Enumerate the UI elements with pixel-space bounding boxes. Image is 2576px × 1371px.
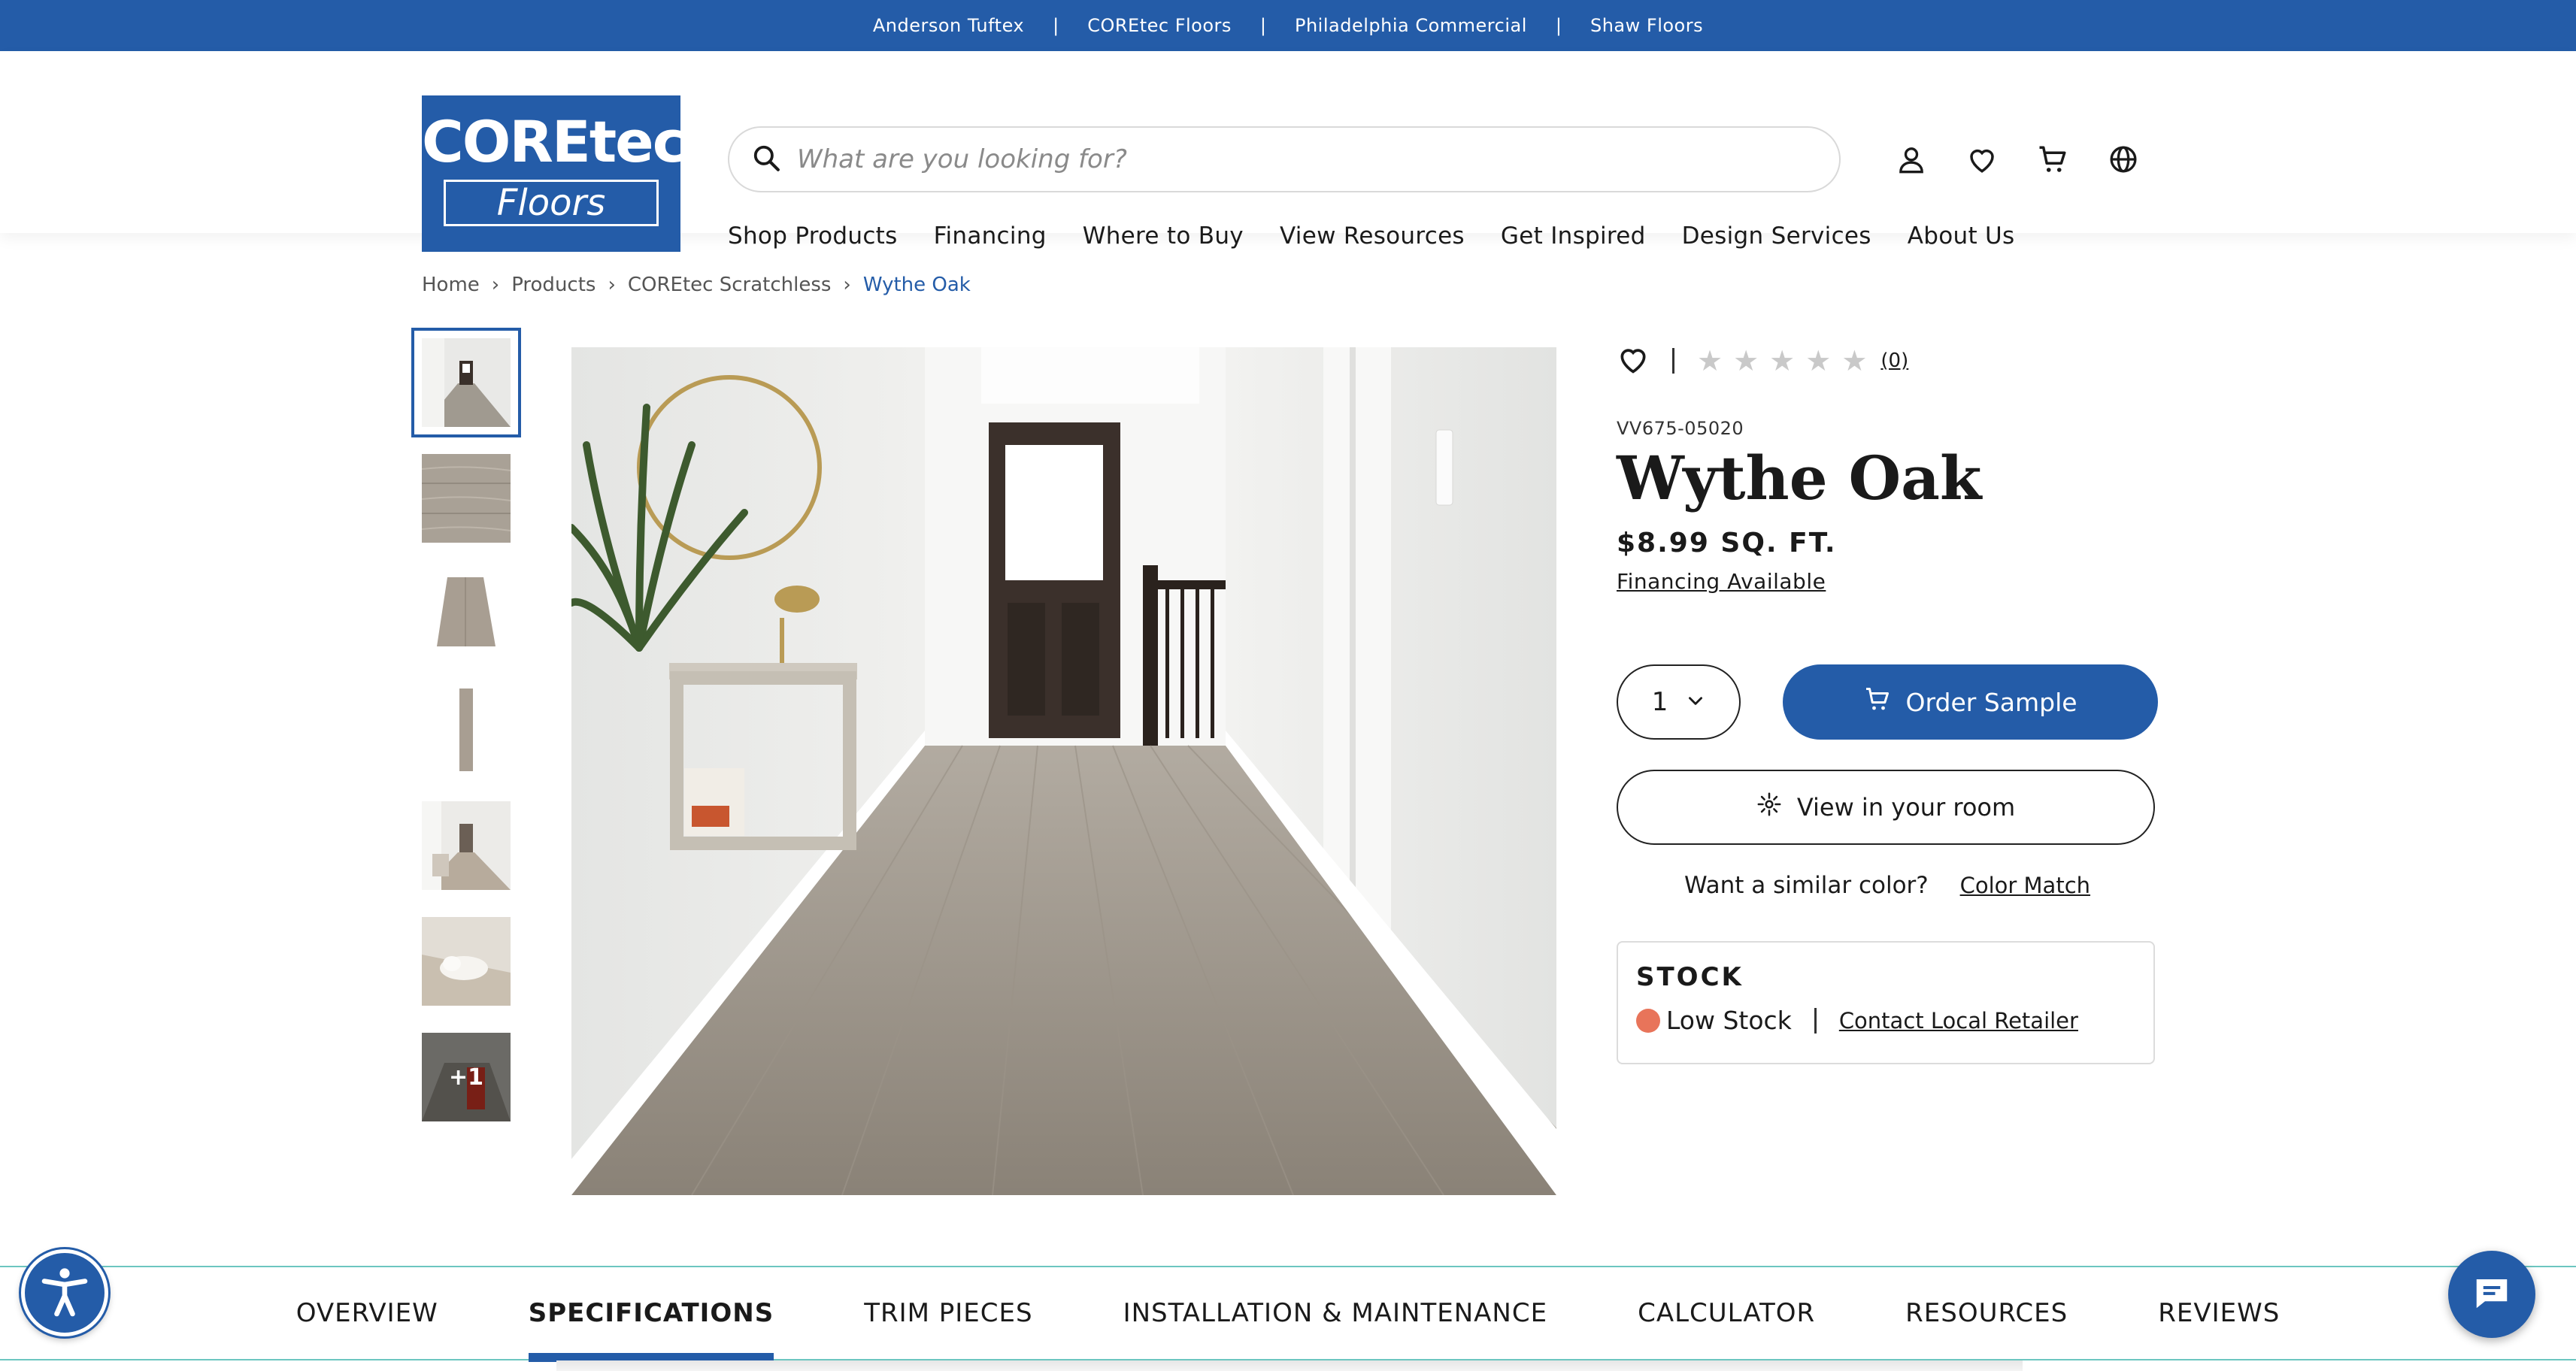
rating-divider: [1672, 348, 1674, 374]
coretec-logo[interactable]: COREtec® Floors: [422, 95, 700, 252]
topbar-link-shaw-floors[interactable]: Shaw Floors: [1590, 15, 1703, 36]
stock-status: Low Stock: [1666, 1006, 1792, 1035]
star-icon: ★: [1733, 344, 1759, 377]
thumbnail-2[interactable]: [422, 454, 511, 543]
augmented-reality-icon: [1756, 791, 1782, 823]
accessibility-button[interactable]: [21, 1249, 108, 1336]
breadcrumb-coretec-scratchless[interactable]: COREtec Scratchless: [628, 274, 832, 296]
product-title: Wythe Oak: [1617, 443, 1982, 513]
search-icon[interactable]: [752, 144, 780, 175]
quantity-value: 1: [1651, 687, 1668, 717]
tab-reviews[interactable]: REVIEWS: [2158, 1266, 2280, 1360]
nav-get-inspired[interactable]: Get Inspired: [1501, 222, 1646, 250]
logo-registered-mark: ®: [684, 117, 700, 135]
search-input[interactable]: [797, 144, 1774, 174]
chat-bubble-icon: [2471, 1273, 2512, 1316]
review-count-link[interactable]: (0): [1880, 350, 1908, 372]
site-header: COREtec® Floors Shop Products Financing …: [0, 51, 2576, 252]
nav-about-us[interactable]: About Us: [1908, 222, 2015, 250]
purchase-row: 1 Order Sample: [1617, 664, 2158, 740]
header-icons: [1895, 143, 2140, 176]
stock-box: STOCK Low Stock Contact Local Retailer: [1617, 941, 2155, 1064]
nav-financing[interactable]: Financing: [934, 222, 1047, 250]
tab-overview[interactable]: OVERVIEW: [296, 1266, 438, 1360]
topbar-link-philadelphia-commercial[interactable]: Philadelphia Commercial: [1295, 15, 1527, 36]
globe-icon[interactable]: [2107, 143, 2140, 176]
product-price: $8.99 SQ. FT.: [1617, 528, 1837, 558]
tab-resources[interactable]: RESOURCES: [1905, 1266, 2068, 1360]
similar-color-row: Want a similar color? Color Match: [1617, 872, 2158, 899]
star-icon: ★: [1841, 344, 1868, 377]
cart-icon: [1864, 686, 1891, 719]
stock-status-dot: [1636, 1008, 1660, 1033]
content-edge-shade: [556, 1360, 2023, 1371]
breadcrumb-home[interactable]: Home: [422, 274, 480, 296]
rating-stars[interactable]: ★ ★ ★ ★ ★: [1697, 347, 1867, 375]
financing-link[interactable]: Financing Available: [1617, 569, 1826, 594]
thumbnail-1[interactable]: [411, 328, 521, 437]
tab-installation-maintenance[interactable]: INSTALLATION & MAINTENANCE: [1123, 1266, 1548, 1360]
cart-icon[interactable]: [2036, 143, 2069, 176]
topbar-separator: |: [1555, 15, 1562, 36]
main-product-image[interactable]: [571, 347, 1556, 1195]
similar-color-text: Want a similar color?: [1683, 872, 1929, 899]
rating-row: ★ ★ ★ ★ ★ (0): [1617, 338, 2158, 383]
top-utility-bar: Anderson Tuftex | COREtec Floors | Phila…: [0, 0, 2576, 51]
chevron-right-icon: ›: [491, 274, 500, 296]
chevron-right-icon: ›: [843, 274, 851, 296]
topbar-separator: |: [1053, 15, 1059, 36]
order-sample-label: Order Sample: [1905, 687, 2077, 717]
view-in-room-button[interactable]: View in your room: [1617, 770, 2155, 845]
thumbnail-7-more[interactable]: +1: [422, 1033, 511, 1121]
thumbnail-6[interactable]: [422, 917, 511, 1006]
thumbnail-4[interactable]: [422, 686, 511, 774]
nav-where-to-buy[interactable]: Where to Buy: [1083, 222, 1244, 250]
chevron-right-icon: ›: [608, 274, 616, 296]
color-match-link[interactable]: Color Match: [1960, 873, 2090, 898]
view-in-room-label: View in your room: [1796, 793, 2016, 822]
heart-icon[interactable]: [1965, 143, 1999, 176]
wishlist-heart-icon[interactable]: [1617, 343, 1650, 379]
main-nav: Shop Products Financing Where to Buy Vie…: [728, 222, 2015, 250]
topbar-separator: |: [1259, 15, 1266, 36]
stock-heading: STOCK: [1636, 962, 1744, 992]
nav-view-resources[interactable]: View Resources: [1280, 222, 1465, 250]
stock-status-row: Low Stock Contact Local Retailer: [1636, 1006, 2135, 1035]
star-icon: ★: [1697, 344, 1723, 377]
search-bar[interactable]: [728, 126, 1841, 192]
logo-sub-text: Floors: [444, 180, 659, 226]
logo-brand-text: COREtec: [422, 108, 686, 175]
more-images-label: +1: [422, 1033, 511, 1121]
star-icon: ★: [1769, 344, 1796, 377]
nav-design-services[interactable]: Design Services: [1682, 222, 1871, 250]
topbar-link-coretec-floors[interactable]: COREtec Floors: [1087, 15, 1232, 36]
nav-shop-products[interactable]: Shop Products: [728, 222, 898, 250]
product-info-panel: ★ ★ ★ ★ ★ (0) VV675-05020 Wythe Oak $8.9…: [1617, 338, 2158, 1064]
product-tabs: OVERVIEW SPECIFICATIONS TRIM PIECES INST…: [0, 1266, 2576, 1362]
breadcrumb-products[interactable]: Products: [511, 274, 596, 296]
breadcrumb: Home › Products › COREtec Scratchless › …: [422, 274, 971, 296]
contact-retailer-link[interactable]: Contact Local Retailer: [1839, 1008, 2078, 1034]
tab-trim-pieces[interactable]: TRIM PIECES: [864, 1266, 1032, 1360]
star-icon: ★: [1805, 344, 1832, 377]
chevron-down-icon: [1686, 687, 1705, 717]
quantity-select[interactable]: 1: [1617, 664, 1741, 740]
thumbnail-3[interactable]: [422, 570, 511, 658]
breadcrumb-current: Wythe Oak: [862, 274, 971, 296]
thumbnail-strip: +1: [411, 328, 521, 1149]
thumbnail-5[interactable]: [422, 801, 511, 890]
accessibility-icon: [38, 1264, 92, 1321]
account-icon[interactable]: [1895, 143, 1928, 176]
stock-divider: [1814, 1007, 1817, 1034]
order-sample-button[interactable]: Order Sample: [1783, 664, 2158, 740]
tab-specifications[interactable]: SPECIFICATIONS: [528, 1266, 774, 1362]
topbar-link-anderson-tuftex[interactable]: Anderson Tuftex: [873, 15, 1024, 36]
tab-calculator[interactable]: CALCULATOR: [1638, 1266, 1815, 1360]
product-sku: VV675-05020: [1617, 418, 1744, 439]
chat-button[interactable]: [2448, 1251, 2535, 1338]
